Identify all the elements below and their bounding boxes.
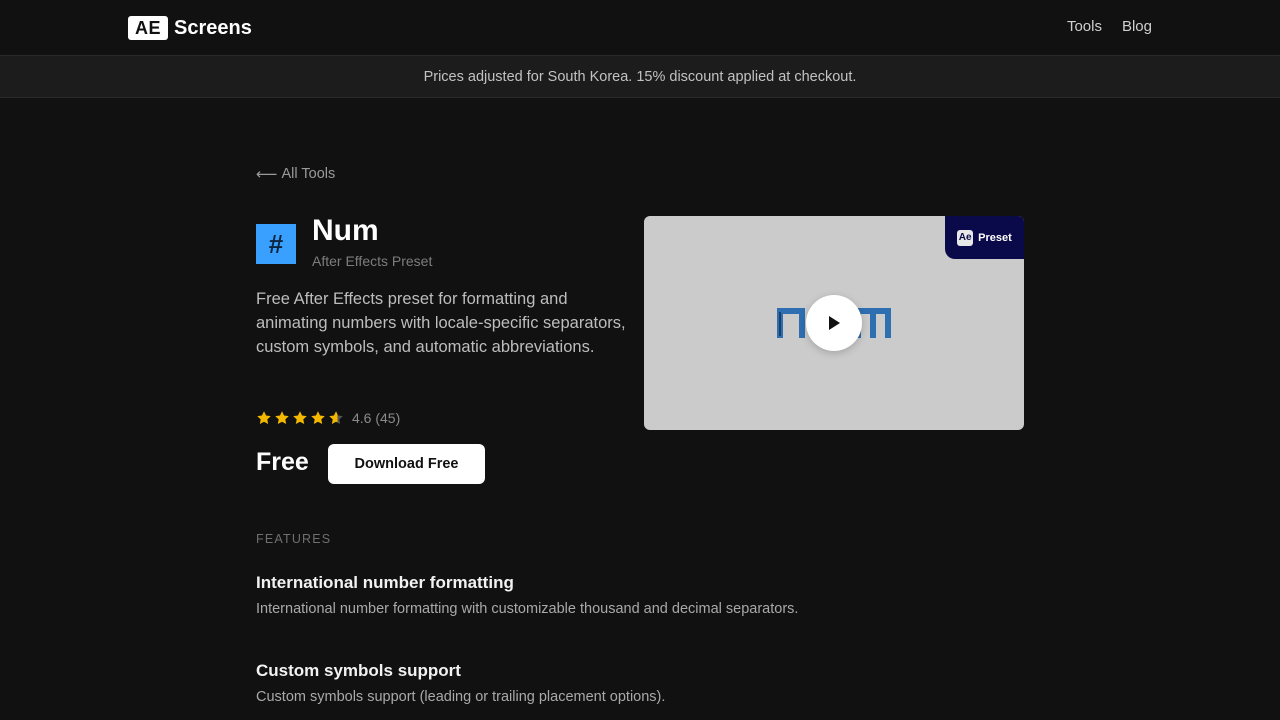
product-rating: 4.6 (45) bbox=[256, 408, 400, 428]
star-rating bbox=[256, 410, 344, 426]
product-subtitle: After Effects Preset bbox=[312, 253, 433, 269]
nav-link-tools[interactable]: Tools bbox=[1067, 18, 1102, 35]
site-logo[interactable]: AE Screens bbox=[128, 16, 252, 40]
back-link-label: All Tools bbox=[281, 166, 336, 182]
rating-text: 4.6 (45) bbox=[352, 410, 401, 426]
top-navigation: AE Screens Tools Blog bbox=[0, 0, 1280, 56]
logo-text: Screens bbox=[174, 16, 252, 39]
features-heading: FEATURES bbox=[256, 532, 332, 546]
play-icon bbox=[829, 316, 840, 330]
pricing-banner: Prices adjusted for South Korea. 15% dis… bbox=[0, 56, 1280, 98]
product-title: Num bbox=[312, 214, 379, 247]
back-arrow-icon: ⟵ bbox=[256, 166, 278, 183]
star-full-icon bbox=[275, 411, 289, 424]
play-button[interactable] bbox=[806, 295, 862, 351]
preset-badge: Ae Preset bbox=[945, 216, 1024, 259]
ae-icon: Ae bbox=[957, 229, 974, 246]
product-price: Free bbox=[256, 448, 309, 476]
star-full-icon bbox=[257, 411, 271, 424]
star-half-icon bbox=[329, 411, 343, 424]
nav-links: Tools Blog bbox=[1067, 18, 1152, 35]
feature-title: International number formatting bbox=[256, 573, 514, 592]
feature-item: International number formatting Internat… bbox=[256, 573, 1036, 617]
feature-title: Custom symbols support bbox=[256, 661, 461, 680]
star-full-icon bbox=[311, 411, 325, 424]
feature-item: Custom symbols support Custom symbols su… bbox=[256, 661, 1036, 705]
product-description: Free After Effects preset for formatting… bbox=[256, 290, 626, 356]
pricing-banner-text: Prices adjusted for South Korea. 15% dis… bbox=[423, 68, 857, 85]
back-to-all-tools-link[interactable]: ⟵ All Tools bbox=[256, 165, 335, 183]
video-preview[interactable]: Ae Preset bbox=[644, 216, 1024, 430]
preset-badge-label: Preset bbox=[978, 231, 1012, 244]
feature-description: Custom symbols support (leading or trail… bbox=[256, 689, 666, 705]
nav-link-blog[interactable]: Blog bbox=[1122, 18, 1152, 35]
product-hash-icon: # bbox=[256, 224, 296, 264]
logo-badge: AE bbox=[128, 16, 168, 40]
download-free-button[interactable]: Download Free bbox=[328, 444, 485, 484]
star-full-icon bbox=[293, 411, 307, 424]
feature-description: International number formatting with cus… bbox=[256, 601, 799, 617]
